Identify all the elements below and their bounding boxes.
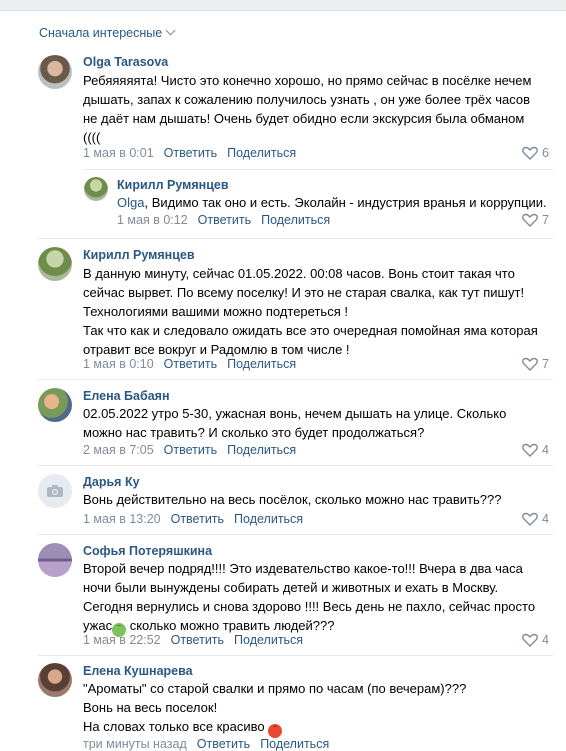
reply-button[interactable]: Ответить xyxy=(171,512,224,526)
comment-text: Второй вечер подряд!!!! Это издевательст… xyxy=(83,561,536,637)
share-button[interactable]: Поделиться xyxy=(234,633,303,647)
divider xyxy=(38,465,553,466)
avatar[interactable] xyxy=(38,663,72,697)
comment-meta: 1 мая в 13:20 Ответить Поделиться xyxy=(83,512,313,526)
comment-text: Olga, Видимо так оно и есть. Эколайн - и… xyxy=(117,195,547,210)
share-button[interactable]: Поделиться xyxy=(260,737,329,751)
like-button[interactable]: 7 xyxy=(522,357,549,371)
reply-button[interactable]: Ответить xyxy=(198,213,251,227)
like-count: 6 xyxy=(542,146,549,160)
comment-meta: 1 мая в 0:10 Ответить Поделиться xyxy=(83,357,306,371)
like-button[interactable]: 4 xyxy=(522,443,549,457)
divider xyxy=(38,379,553,380)
comment-date[interactable]: 1 мая в 22:52 xyxy=(83,633,161,647)
heart-icon xyxy=(522,146,538,160)
avatar-placeholder[interactable] xyxy=(38,474,72,508)
author-name[interactable]: Елена Бабаян xyxy=(83,389,170,403)
reply-button[interactable]: Ответить xyxy=(197,737,250,751)
comment-date[interactable]: 2 мая в 7:05 xyxy=(83,443,154,457)
divider xyxy=(38,534,553,535)
camera-icon xyxy=(47,485,63,497)
comment-date[interactable]: три минуты назад xyxy=(83,737,187,751)
like-count: 4 xyxy=(542,443,549,457)
comment-meta: 1 мая в 0:12 Ответить Поделиться xyxy=(117,213,340,227)
avatar[interactable] xyxy=(38,247,72,281)
share-button[interactable]: Поделиться xyxy=(261,213,330,227)
divider xyxy=(38,238,553,239)
comment-meta: три минуты назад Ответить Поделиться xyxy=(83,737,339,751)
comment-text: В данную минуту, сейчас 01.05.2022. 00:0… xyxy=(83,266,538,357)
heart-icon xyxy=(522,357,538,371)
like-button[interactable]: 7 xyxy=(522,213,549,227)
author-name[interactable]: Дарья Ку xyxy=(83,475,140,489)
reply-button[interactable]: Ответить xyxy=(171,633,224,647)
like-count: 4 xyxy=(542,633,549,647)
like-count: 7 xyxy=(542,213,549,227)
like-count: 7 xyxy=(542,357,549,371)
avatar[interactable] xyxy=(38,55,72,89)
reply-button[interactable]: Ответить xyxy=(164,357,217,371)
comment-text: "Ароматы" со старой свалки и прямо по ча… xyxy=(83,681,467,738)
share-button[interactable]: Поделиться xyxy=(227,443,296,457)
share-button[interactable]: Поделиться xyxy=(227,146,296,160)
comment-meta: 2 мая в 7:05 Ответить Поделиться xyxy=(83,443,306,457)
comment-text: Ребяяяяята! Чисто это конечно хорошо, но… xyxy=(83,73,532,145)
reply-button[interactable]: Ответить xyxy=(164,443,217,457)
author-name[interactable]: Кирилл Румянцев xyxy=(83,248,195,262)
avatar[interactable] xyxy=(38,388,72,422)
comment-date[interactable]: 1 мая в 0:01 xyxy=(83,146,154,160)
comment-date[interactable]: 1 мая в 13:20 xyxy=(83,512,161,526)
sort-label: Сначала интересные xyxy=(39,26,163,40)
divider xyxy=(38,655,553,656)
chevron-down-icon xyxy=(165,25,176,36)
comment-text: Вонь действительно на весь посёлок, скол… xyxy=(83,492,502,507)
author-name[interactable]: Кирилл Румянцев xyxy=(117,178,229,192)
share-button[interactable]: Поделиться xyxy=(227,357,296,371)
avatar[interactable] xyxy=(84,177,108,201)
comment-date[interactable]: 1 мая в 0:12 xyxy=(117,213,188,227)
comment-meta: 1 мая в 22:52 Ответить Поделиться xyxy=(83,633,313,647)
like-button[interactable]: 6 xyxy=(522,146,549,160)
sort-dropdown[interactable]: Сначала интересные xyxy=(39,25,176,40)
like-count: 4 xyxy=(542,512,549,526)
reply-button[interactable]: Ответить xyxy=(164,146,217,160)
like-button[interactable]: 4 xyxy=(522,633,549,647)
heart-icon xyxy=(522,443,538,457)
author-name[interactable]: Елена Кушнарева xyxy=(83,664,193,678)
comment-meta: 1 мая в 0:01 Ответить Поделиться xyxy=(83,146,306,160)
like-button[interactable]: 4 xyxy=(522,512,549,526)
top-bar xyxy=(0,0,566,11)
heart-icon xyxy=(522,213,538,227)
author-name[interactable]: Olga Tarasova xyxy=(83,55,168,69)
heart-icon xyxy=(522,633,538,647)
share-button[interactable]: Поделиться xyxy=(234,512,303,526)
heart-icon xyxy=(522,512,538,526)
author-name[interactable]: Софья Потеряшкина xyxy=(83,544,212,558)
divider xyxy=(83,169,553,170)
mention-link[interactable]: Olga xyxy=(117,195,144,210)
comment-text: 02.05.2022 утро 5-30, ужасная вонь, нече… xyxy=(83,406,507,440)
avatar[interactable] xyxy=(38,543,72,577)
angry-face-icon: ˇ xyxy=(268,724,283,738)
comment-date[interactable]: 1 мая в 0:10 xyxy=(83,357,154,371)
